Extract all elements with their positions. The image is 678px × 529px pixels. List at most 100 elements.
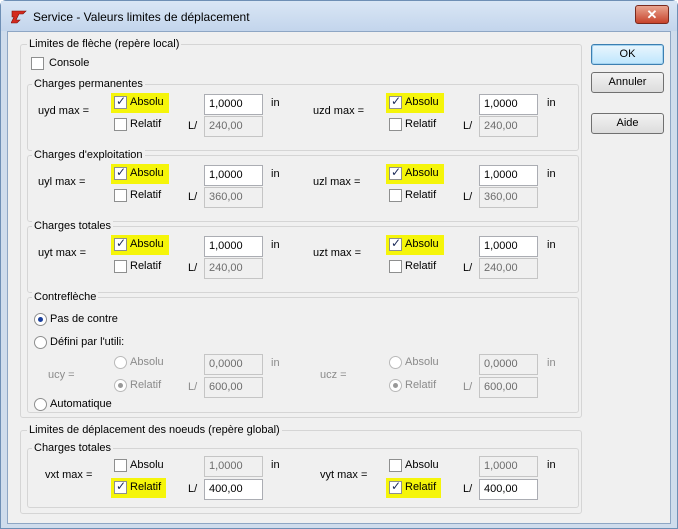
console-checkbox[interactable] bbox=[31, 57, 44, 70]
vxt-relatif-label: Relatif bbox=[130, 481, 162, 493]
ucy-l-label: L/ bbox=[188, 381, 198, 393]
uzt-l-input[interactable]: 240,00 bbox=[479, 258, 538, 279]
close-button[interactable]: ✕ bbox=[635, 5, 669, 24]
ucz-absolu-label: Absolu bbox=[405, 356, 439, 368]
ucy-absolu-radio[interactable] bbox=[114, 356, 127, 369]
ucy-relatif-radio[interactable] bbox=[114, 379, 127, 392]
uyt-absolu-checkbox[interactable] bbox=[114, 236, 127, 251]
uyt-relatif-label: Relatif bbox=[130, 260, 162, 272]
camber-auto-radio[interactable] bbox=[34, 398, 47, 411]
uyt-relatif-checkbox[interactable] bbox=[114, 260, 127, 273]
camber-group: Contreflèche Pas de contre Défini par l'… bbox=[27, 291, 579, 413]
dialog-body: OK Annuler Aide Limites de flèche (repèr… bbox=[7, 31, 671, 524]
vxt-unit: in bbox=[271, 459, 280, 471]
window-title: Service - Valeurs limites de déplacement bbox=[33, 10, 250, 24]
uzl-relatif-label: Relatif bbox=[405, 189, 437, 201]
uzl-value-input[interactable]: 1,0000 bbox=[479, 165, 538, 186]
vxt-label: vxt max = bbox=[45, 469, 93, 481]
uyl-relatif-checkbox[interactable] bbox=[114, 189, 127, 202]
uyd-absolu-label: Absolu bbox=[130, 96, 164, 108]
uzl-l-label: L/ bbox=[463, 191, 473, 203]
vyt-label: vyt max = bbox=[320, 469, 368, 481]
vyt-relatif-label: Relatif bbox=[405, 481, 437, 493]
camber-user-radio[interactable] bbox=[34, 336, 47, 349]
uzt-l-label: L/ bbox=[463, 262, 473, 274]
cancel-button[interactable]: Annuler bbox=[591, 72, 664, 93]
vyt-l-input[interactable]: 400,00 bbox=[479, 479, 538, 500]
uyt-value-input[interactable]: 1,0000 bbox=[204, 236, 263, 257]
console-label: Console bbox=[49, 57, 90, 69]
uyt-l-label: L/ bbox=[188, 262, 198, 274]
uyl-l-label: L/ bbox=[188, 191, 198, 203]
uyl-l-input[interactable]: 360,00 bbox=[204, 187, 263, 208]
uyt-l-input[interactable]: 240,00 bbox=[204, 258, 263, 279]
ucz-absolu-radio[interactable] bbox=[389, 356, 402, 369]
vxt-l-input[interactable]: 400,00 bbox=[204, 479, 263, 500]
uyd-absolu-checkbox[interactable] bbox=[114, 94, 127, 109]
uyl-value-input[interactable]: 1,0000 bbox=[204, 165, 263, 186]
uzt-absolu-checkbox[interactable] bbox=[389, 236, 402, 251]
uyl-absolu-label: Absolu bbox=[130, 167, 164, 179]
node-total-loads-group: Charges totales vxt max = Absolu Relatif… bbox=[27, 442, 579, 508]
uzl-absolu-label: Absolu bbox=[405, 167, 439, 179]
uzt-relatif-label: Relatif bbox=[405, 260, 437, 272]
ucy-absolu-label: Absolu bbox=[130, 356, 164, 368]
uyd-unit: in bbox=[271, 97, 280, 109]
permanent-loads-title: Charges permanentes bbox=[32, 78, 145, 90]
uyl-label: uyl max = bbox=[38, 176, 86, 188]
title-bar[interactable]: Service - Valeurs limites de déplacement… bbox=[1, 1, 677, 31]
ucy-relatif-label: Relatif bbox=[130, 379, 162, 391]
vxt-l-label: L/ bbox=[188, 483, 198, 495]
uyl-relatif-label: Relatif bbox=[130, 189, 162, 201]
vyt-absolu-label: Absolu bbox=[405, 459, 439, 471]
uzd-relatif-label: Relatif bbox=[405, 118, 437, 130]
uyd-value-input[interactable]: 1,0000 bbox=[204, 94, 263, 115]
uyd-label: uyd max = bbox=[38, 105, 90, 117]
uyl-absolu-checkbox[interactable] bbox=[114, 165, 127, 180]
ucy-l-input[interactable]: 600,00 bbox=[204, 377, 263, 398]
uyd-relatif-label: Relatif bbox=[130, 118, 162, 130]
uzl-l-input[interactable]: 360,00 bbox=[479, 187, 538, 208]
deflection-limits-group: Limites de flèche (repère local) Console… bbox=[20, 38, 582, 418]
uyd-l-input[interactable]: 240,00 bbox=[204, 116, 263, 137]
ucz-relatif-radio[interactable] bbox=[389, 379, 402, 392]
vxt-absolu-label: Absolu bbox=[130, 459, 164, 471]
camber-none-radio[interactable] bbox=[34, 313, 47, 326]
dialog-window: Service - Valeurs limites de déplacement… bbox=[0, 0, 678, 529]
uzd-l-input[interactable]: 240,00 bbox=[479, 116, 538, 137]
uzl-absolu-checkbox[interactable] bbox=[389, 165, 402, 180]
uyt-label: uyt max = bbox=[38, 247, 86, 259]
uzl-relatif-checkbox[interactable] bbox=[389, 189, 402, 202]
ucz-value-input[interactable]: 0,0000 bbox=[479, 354, 538, 375]
vyt-relatif-checkbox[interactable] bbox=[389, 479, 402, 494]
uzt-unit: in bbox=[547, 239, 556, 251]
uzt-label: uzt max = bbox=[313, 247, 361, 259]
uzt-value-input[interactable]: 1,0000 bbox=[479, 236, 538, 257]
ucy-value-input[interactable]: 0,0000 bbox=[204, 354, 263, 375]
node-total-loads-title: Charges totales bbox=[32, 442, 114, 454]
uzt-absolu-label: Absolu bbox=[405, 238, 439, 250]
deflection-limits-title: Limites de flèche (repère local) bbox=[27, 38, 182, 50]
vyt-absolu-checkbox[interactable] bbox=[389, 459, 402, 472]
vyt-value-input[interactable]: 1,0000 bbox=[479, 456, 538, 477]
uzd-l-label: L/ bbox=[463, 120, 473, 132]
vxt-value-input[interactable]: 1,0000 bbox=[204, 456, 263, 477]
help-button[interactable]: Aide bbox=[591, 113, 664, 134]
camber-user-label: Défini par l'utili: bbox=[50, 336, 125, 348]
ucz-relatif-label: Relatif bbox=[405, 379, 437, 391]
uyl-unit: in bbox=[271, 168, 280, 180]
node-displacement-group: Limites de déplacement des noeuds (repèr… bbox=[20, 424, 582, 514]
node-displacement-title: Limites de déplacement des noeuds (repèr… bbox=[27, 424, 282, 436]
uzd-value-input[interactable]: 1,0000 bbox=[479, 94, 538, 115]
uzt-relatif-checkbox[interactable] bbox=[389, 260, 402, 273]
uyd-relatif-checkbox[interactable] bbox=[114, 118, 127, 131]
vxt-relatif-checkbox[interactable] bbox=[114, 479, 127, 494]
total-loads-title: Charges totales bbox=[32, 220, 114, 232]
uzd-absolu-checkbox[interactable] bbox=[389, 94, 402, 109]
vxt-absolu-checkbox[interactable] bbox=[114, 459, 127, 472]
ucz-l-input[interactable]: 600,00 bbox=[479, 377, 538, 398]
ok-button[interactable]: OK bbox=[591, 44, 664, 65]
uzd-relatif-checkbox[interactable] bbox=[389, 118, 402, 131]
uzd-absolu-label: Absolu bbox=[405, 96, 439, 108]
uzd-unit: in bbox=[547, 97, 556, 109]
